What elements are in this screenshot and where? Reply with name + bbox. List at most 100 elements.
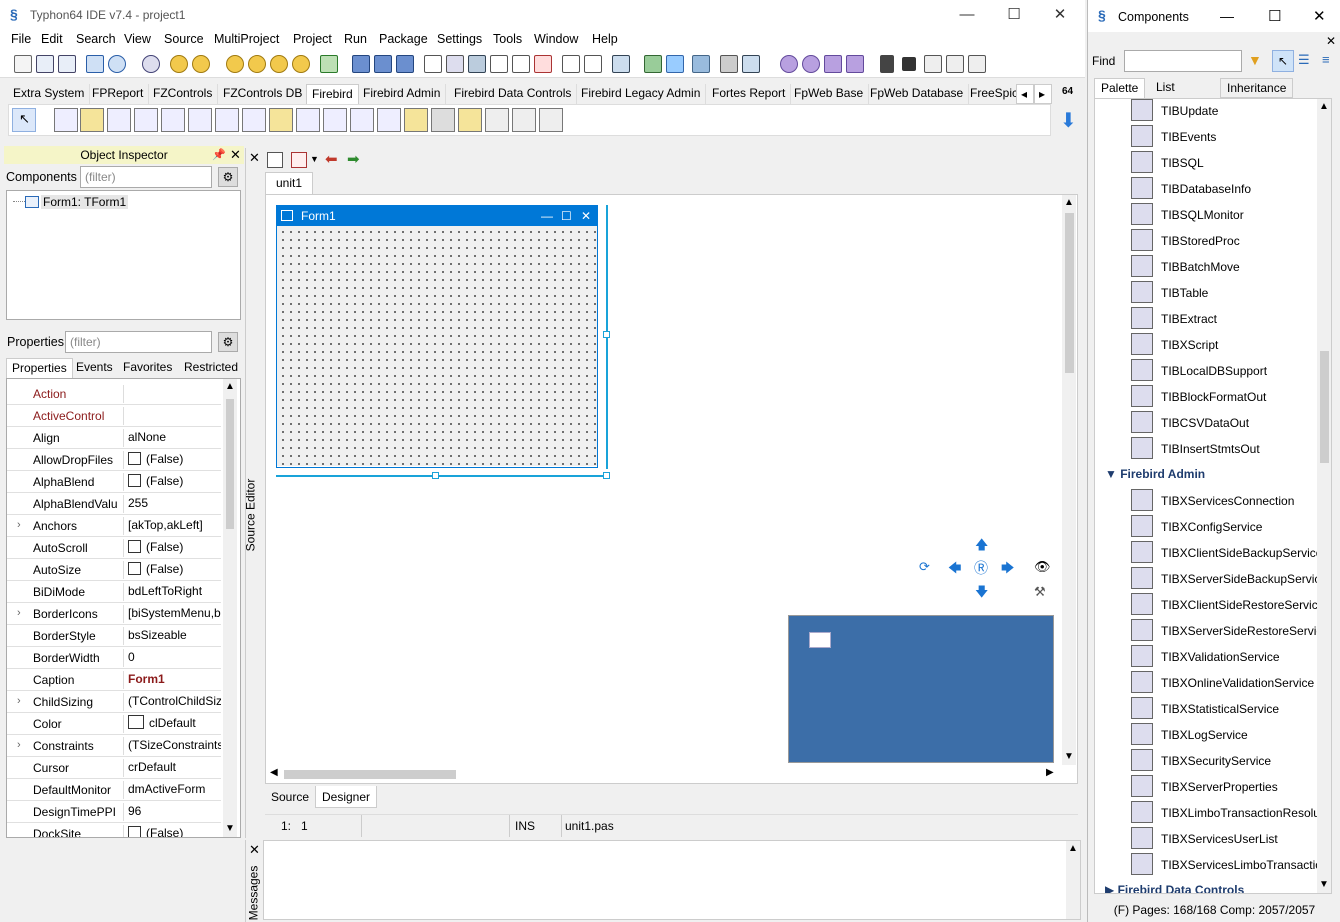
package-add-icon[interactable] [226, 55, 244, 73]
component-item[interactable]: TIBDatabaseInfo [1123, 177, 1323, 201]
find-icon[interactable] [142, 55, 160, 73]
tab-extra-system[interactable]: Extra System [8, 84, 91, 104]
components-close-button[interactable]: ✕ [1313, 7, 1326, 25]
property-value[interactable]: [biSystemMenu,bi [123, 605, 221, 623]
menu-multiproject[interactable]: MultiProject [214, 32, 279, 46]
move-right-icon[interactable]: 🡆 [1001, 559, 1014, 581]
clear-properties-filter-icon[interactable]: ⚙ [218, 332, 238, 352]
run-options-icon[interactable] [846, 55, 864, 73]
tab-fpweb-database[interactable]: FpWeb Database [865, 84, 970, 104]
property-row[interactable]: BiDiMode bdLeftToRight [7, 581, 221, 603]
ibinsertstmtsout-palette-icon[interactable] [539, 108, 563, 132]
tab-scroll-left-icon[interactable]: ◂ [1016, 84, 1034, 104]
tab-firebird-admin[interactable]: Firebird Admin [358, 84, 447, 104]
ibsql-palette-icon[interactable] [242, 108, 266, 132]
property-value[interactable]: clDefault [123, 715, 221, 733]
property-row[interactable]: ActiveControl [7, 405, 221, 427]
group-header-firebird-data-controls[interactable]: ▶ Firebird Data Controls [1105, 883, 1244, 893]
tab-freespic[interactable]: FreeSpic [965, 84, 1017, 104]
ibextract-palette-icon[interactable] [404, 108, 428, 132]
component-item[interactable]: TIBXServerSideBackupService [1123, 567, 1327, 591]
menu-project[interactable]: Project [293, 32, 332, 46]
checkbox[interactable] [128, 562, 141, 575]
property-value[interactable]: 255 [123, 495, 221, 513]
component-item[interactable]: TIBXScript [1123, 333, 1323, 357]
components-panel-close-icon[interactable]: ✕ [1326, 34, 1336, 48]
property-value[interactable]: 96 [123, 803, 221, 821]
new-form-icon[interactable] [58, 55, 76, 73]
property-value[interactable]: (False) [123, 451, 221, 469]
ibquery-icon[interactable] [54, 108, 78, 132]
form-minimap[interactable] [788, 615, 1054, 763]
tab-designer[interactable]: Designer [315, 786, 378, 808]
form-design-grid[interactable] [277, 226, 597, 466]
property-row[interactable]: DesignTimePPI 96 [7, 801, 221, 823]
monitor-icon[interactable] [742, 55, 760, 73]
component-item[interactable]: TIBCSVDataOut [1123, 411, 1323, 435]
save-as-icon[interactable] [374, 55, 392, 73]
project-options-icon[interactable] [424, 55, 442, 73]
build-icon[interactable] [666, 55, 684, 73]
menu-settings[interactable]: Settings [437, 32, 482, 46]
component-item[interactable]: TIBXClientSideRestoreService [1123, 593, 1324, 617]
tab-firebird-data-controls[interactable]: Firebird Data Controls [449, 84, 578, 104]
checkbox[interactable] [128, 826, 141, 837]
property-row[interactable]: › ChildSizing (TControlChildSizir [7, 691, 221, 713]
component-item[interactable]: TIBXServerSideRestoreService [1123, 619, 1329, 643]
component-item[interactable]: TIBXConfigService [1123, 515, 1323, 539]
property-row[interactable]: Color clDefault [7, 713, 221, 735]
jump-icon[interactable] [291, 152, 307, 168]
tab-fpweb-base[interactable]: FpWeb Base [789, 84, 870, 104]
menu-view[interactable]: View [124, 32, 151, 46]
checkbox[interactable] [128, 474, 141, 487]
ibbatchmove-palette-icon[interactable] [350, 108, 374, 132]
menu-edit[interactable]: Edit [41, 32, 63, 46]
resize-handle-bottom[interactable] [432, 472, 439, 479]
ibupdatesql-icon[interactable] [188, 108, 212, 132]
stop-icon[interactable] [902, 57, 916, 71]
ibdatabase-icon[interactable] [80, 108, 104, 132]
tab-events[interactable]: Events [71, 358, 118, 378]
tab-source[interactable]: Source [265, 786, 315, 808]
property-value[interactable] [123, 407, 221, 425]
ibtable-palette-icon[interactable] [377, 108, 401, 132]
expand-chevron-icon[interactable]: › [17, 607, 21, 619]
menu-run[interactable]: Run [344, 32, 367, 46]
property-row[interactable]: Align alNone [7, 427, 221, 449]
refresh-icon[interactable]: ⟳ [919, 559, 930, 575]
close-button[interactable]: ✕ [1038, 2, 1082, 28]
tab-firebird[interactable]: Firebird [306, 84, 359, 104]
iblocaldbsupport-palette-icon[interactable] [458, 108, 482, 132]
property-row[interactable]: › Constraints (TSizeConstraints) [7, 735, 221, 757]
tree-item-form1[interactable]: Form1: TForm1 [41, 195, 129, 209]
step-out-icon[interactable] [968, 55, 986, 73]
ibsqlmonitor-palette-icon[interactable] [296, 108, 320, 132]
download-arrow-icon[interactable]: ⬇ [1060, 108, 1077, 133]
menu-file[interactable]: File [11, 32, 31, 46]
designer-scrollbar-v[interactable]: ▲ ▼ [1062, 195, 1076, 765]
preview-eye-icon[interactable]: 👁 [1034, 559, 1051, 575]
new-unit-icon[interactable] [36, 55, 54, 73]
tab-fzcontrols-db[interactable]: FZControls DB [218, 84, 309, 104]
move-left-icon[interactable]: 🡄 [948, 559, 961, 581]
expand-chevron-icon[interactable]: › [17, 695, 21, 707]
component-item[interactable]: TIBInsertStmtsOut [1123, 437, 1323, 461]
property-row[interactable]: AllowDropFiles (False) [7, 449, 221, 471]
ibevents-palette-icon[interactable] [215, 108, 239, 132]
group-header-firebird-admin[interactable]: ▼ Firebird Admin [1105, 467, 1205, 481]
package-search-icon[interactable] [270, 55, 288, 73]
menu-source[interactable]: Source [164, 32, 204, 46]
component-item[interactable]: TIBXServicesUserList [1123, 827, 1323, 851]
export-icon[interactable] [320, 55, 338, 73]
minimize-button[interactable]: — [945, 2, 989, 28]
save-icon[interactable] [352, 55, 370, 73]
build-modes-icon[interactable] [612, 55, 630, 73]
remove-from-project-icon[interactable] [490, 55, 508, 73]
ibstoredproc-palette-icon[interactable] [323, 108, 347, 132]
property-value[interactable] [123, 385, 221, 403]
component-item[interactable]: TIBSQL [1123, 151, 1323, 175]
components-maximize-button[interactable]: ☐ [1268, 7, 1281, 25]
add-to-project-icon[interactable] [468, 55, 486, 73]
pause-icon[interactable] [880, 55, 894, 73]
property-row[interactable]: Action [7, 383, 221, 405]
